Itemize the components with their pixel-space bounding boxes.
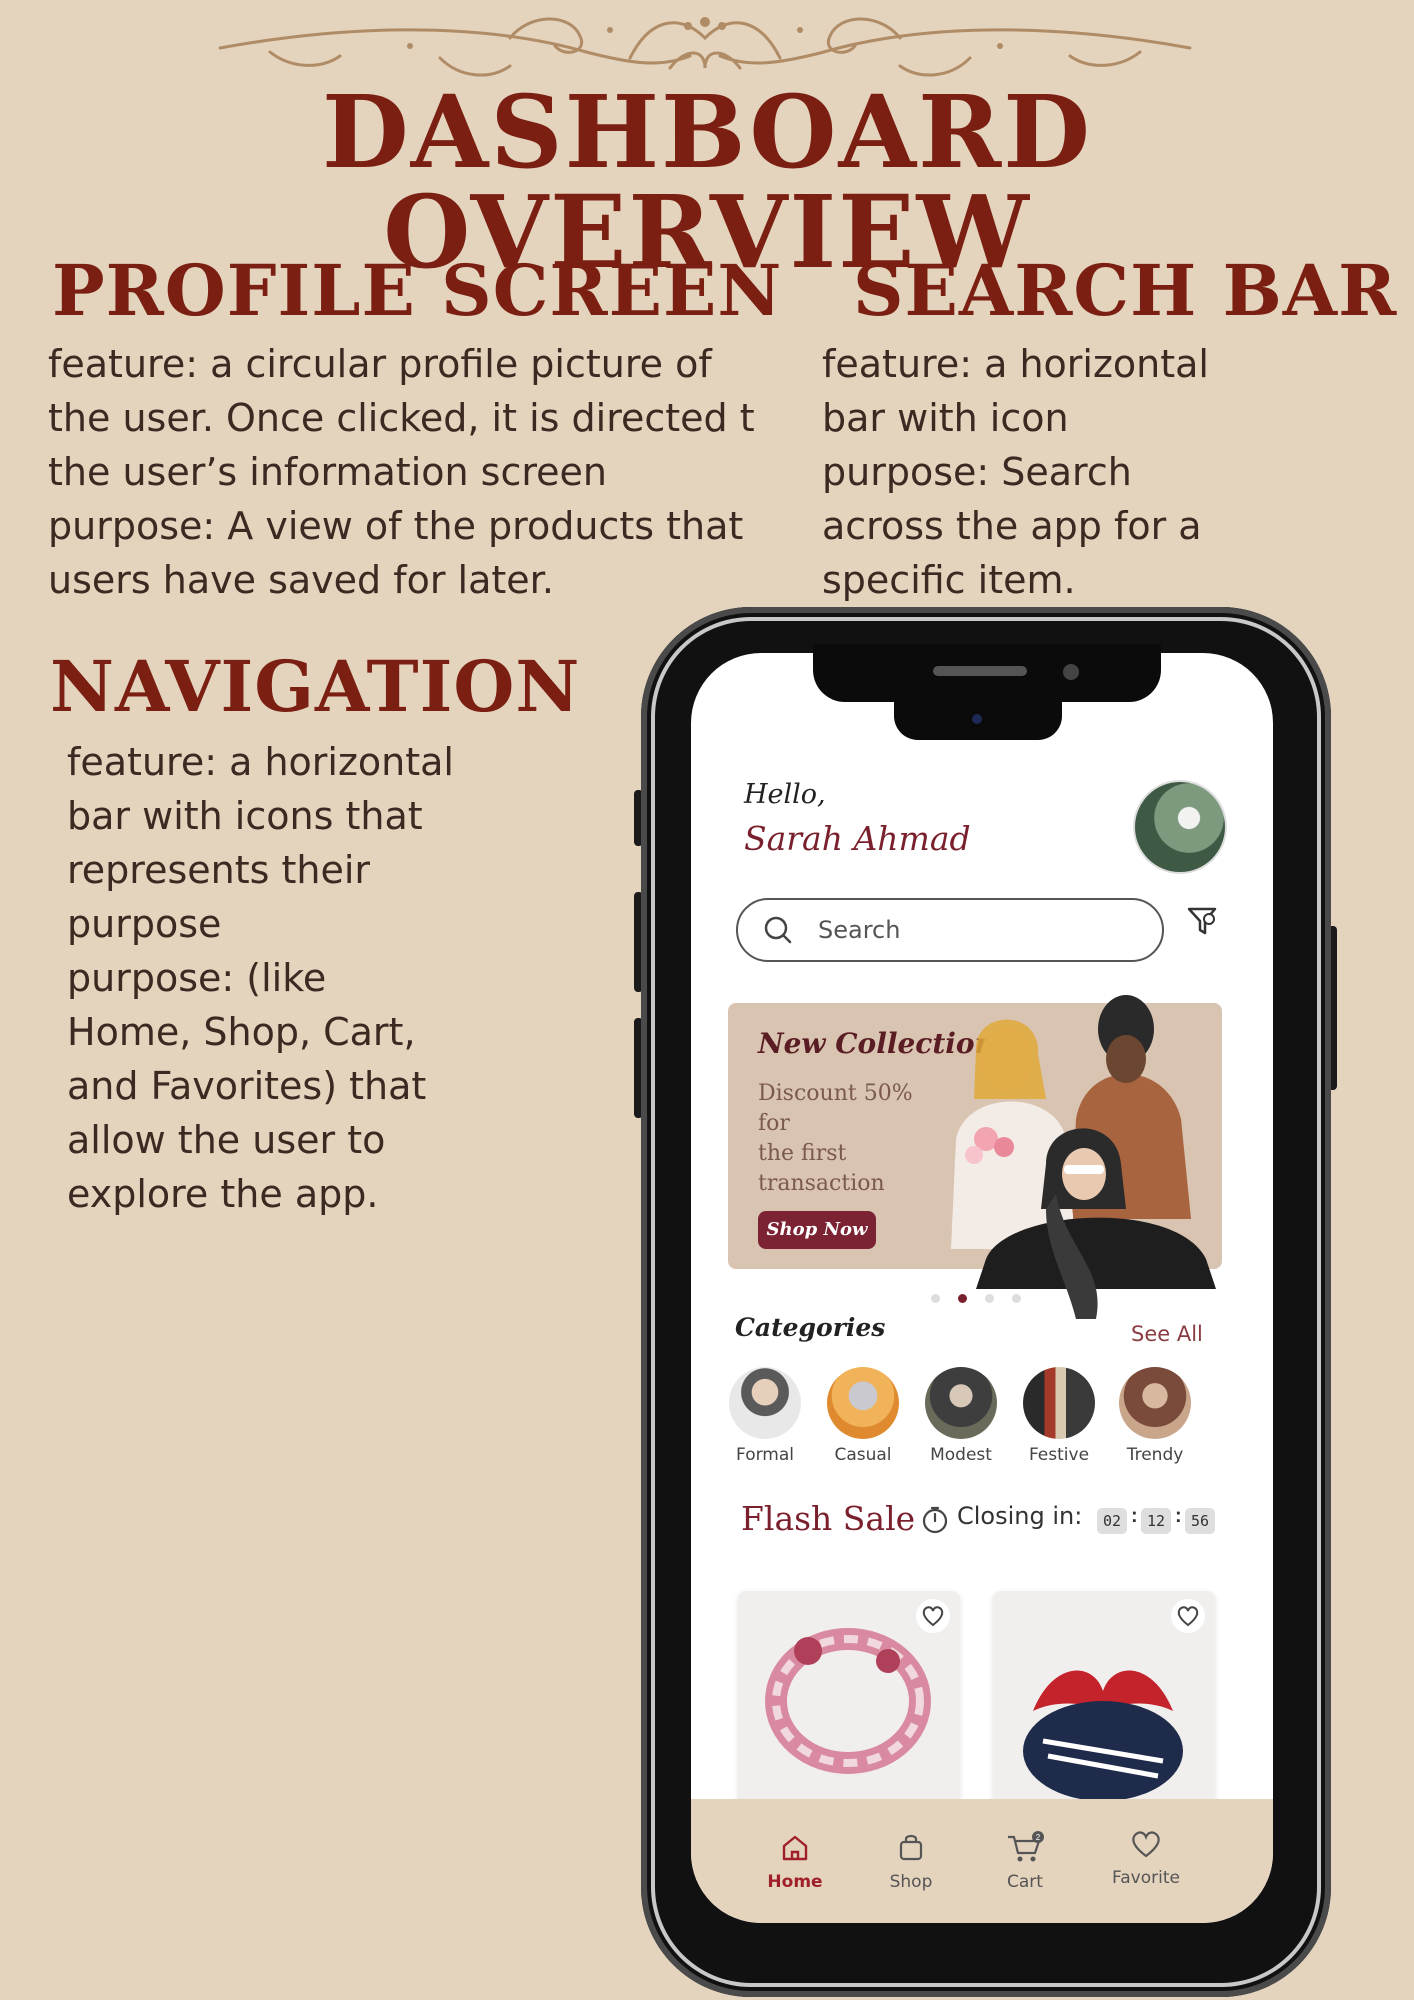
cart-badge: 2 xyxy=(1036,1833,1041,1842)
search-text-line: purpose: Search xyxy=(822,450,1132,494)
search-placeholder: Search xyxy=(818,916,901,944)
banner-text-line: Discount 50% xyxy=(758,1081,913,1106)
profile-text-line: the user. Once clicked, it is directed t xyxy=(48,396,755,440)
navigation-text-line: allow the user to xyxy=(67,1118,386,1162)
promo-banner[interactable]: New Collection Discount 50% for the firs… xyxy=(728,995,1222,1319)
shop-now-button[interactable]: Shop Now xyxy=(758,1211,876,1249)
nav-label: Cart xyxy=(1007,1872,1043,1892)
favorite-button[interactable] xyxy=(1171,1599,1205,1633)
heart-icon xyxy=(1132,1831,1160,1858)
user-name: Sarah Ahmad xyxy=(744,819,971,858)
search-text-line: across the app for a xyxy=(822,504,1202,548)
navigation-text-line: purpose xyxy=(67,902,222,946)
category-festive[interactable]: Festive xyxy=(1014,1367,1104,1465)
timer-separator: : xyxy=(1175,1505,1182,1527)
cart-icon: 2 xyxy=(1008,1831,1044,1862)
phone-camera xyxy=(1063,664,1079,680)
bottom-navigation: Home Shop 2 Cart Favorite xyxy=(691,1799,1273,1923)
search-text-line: feature: a horizontal xyxy=(822,342,1209,386)
nav-item-shop[interactable]: Shop xyxy=(861,1831,961,1892)
profile-section-title: PROFILE SCREEN xyxy=(52,249,783,332)
profile-text-line: purpose: A view of the products that xyxy=(48,504,744,548)
category-casual[interactable]: Casual xyxy=(818,1367,908,1465)
profile-text-line: users have saved for later. xyxy=(48,558,554,602)
phone-mockup: Hello, Sarah Ahmad Search New Collection… xyxy=(641,607,1331,1997)
banner-text-line: transaction xyxy=(758,1171,885,1196)
timer-icon xyxy=(922,1506,948,1534)
navigation-text-line: Home, Shop, Cart, xyxy=(67,1010,416,1054)
flash-sale-title: Flash Sale xyxy=(741,1499,916,1538)
category-image xyxy=(925,1367,997,1439)
home-icon xyxy=(782,1835,808,1861)
banner-text-line: the first xyxy=(758,1141,847,1166)
nav-label: Favorite xyxy=(1112,1868,1180,1888)
heart-icon xyxy=(922,1606,944,1627)
navigation-text-line: represents their xyxy=(67,848,371,892)
pagination-dot[interactable] xyxy=(931,1294,940,1303)
categories-title: Categories xyxy=(735,1313,886,1342)
category-label: Formal xyxy=(736,1445,794,1465)
banner-text-line: for xyxy=(758,1111,790,1136)
category-image xyxy=(729,1367,801,1439)
navigation-text-line: bar with icons that xyxy=(67,794,423,838)
profile-text-line: the user’s information screen xyxy=(48,450,607,494)
search-section-text: feature: a horizontal bar with icon purp… xyxy=(822,337,1209,607)
category-label: Trendy xyxy=(1126,1445,1184,1465)
category-label: Festive xyxy=(1028,1445,1090,1465)
category-label: Modest xyxy=(930,1445,992,1465)
banner-text: Discount 50% for the first transaction xyxy=(758,1079,918,1199)
banner-pagination xyxy=(931,1290,1039,1308)
search-icon xyxy=(764,916,792,944)
search-text-line: specific item. xyxy=(822,558,1076,602)
phone-notch xyxy=(813,644,1161,702)
heart-icon xyxy=(1177,1606,1199,1627)
timer-separator: : xyxy=(1131,1505,1138,1527)
nav-item-favorite[interactable]: Favorite xyxy=(1096,1827,1196,1888)
product-card[interactable] xyxy=(993,1591,1215,1811)
phone-dynamic-island xyxy=(894,702,1062,740)
navigation-text-line: explore the app. xyxy=(67,1172,379,1216)
closing-label: Closing in: xyxy=(957,1502,1083,1530)
timer-minutes: 12 xyxy=(1141,1508,1171,1534)
profile-avatar[interactable] xyxy=(1133,780,1227,874)
search-section-title: SEARCH BAR xyxy=(853,249,1398,332)
pagination-dot[interactable] xyxy=(1012,1294,1021,1303)
navigation-text-line: and Favorites) that xyxy=(67,1064,427,1108)
navigation-section-title: NAVIGATION xyxy=(50,645,581,728)
product-card[interactable] xyxy=(738,1591,960,1811)
category-image xyxy=(1119,1367,1191,1439)
nav-item-home[interactable]: Home xyxy=(745,1831,845,1892)
pagination-dot[interactable] xyxy=(985,1294,994,1303)
filter-icon[interactable] xyxy=(1185,903,1221,939)
greeting: Hello, xyxy=(744,779,826,810)
shopping-bag-icon xyxy=(899,1834,923,1861)
search-text-line: bar with icon xyxy=(822,396,1069,440)
profile-text-line: feature: a circular profile picture of xyxy=(48,342,712,386)
pagination-dot-active[interactable] xyxy=(958,1294,967,1303)
category-trendy[interactable]: Trendy xyxy=(1110,1367,1200,1465)
category-image xyxy=(827,1367,899,1439)
nav-label: Home xyxy=(767,1872,823,1892)
favorite-button[interactable] xyxy=(916,1599,950,1633)
see-all-link[interactable]: See All xyxy=(1131,1322,1203,1346)
category-image xyxy=(1023,1367,1095,1439)
navigation-section-text: feature: a horizontal bar with icons tha… xyxy=(67,735,454,1221)
navigation-text-line: purpose: (like xyxy=(67,956,327,1000)
nav-label: Shop xyxy=(889,1872,933,1892)
banner-models-image xyxy=(951,995,1216,1319)
navigation-text-line: feature: a horizontal xyxy=(67,740,454,784)
category-label: Casual xyxy=(834,1445,892,1465)
timer-seconds: 56 xyxy=(1185,1508,1215,1534)
category-formal[interactable]: Formal xyxy=(720,1367,810,1465)
phone-speaker xyxy=(933,666,1027,676)
nav-item-cart[interactable]: 2 Cart xyxy=(975,1831,1075,1892)
timer-hours: 02 xyxy=(1097,1508,1127,1534)
search-bar[interactable]: Search xyxy=(736,898,1164,962)
app-screen: Hello, Sarah Ahmad Search New Collection… xyxy=(691,653,1273,1923)
category-modest[interactable]: Modest xyxy=(916,1367,1006,1465)
profile-section-text: feature: a circular profile picture of t… xyxy=(48,337,755,607)
